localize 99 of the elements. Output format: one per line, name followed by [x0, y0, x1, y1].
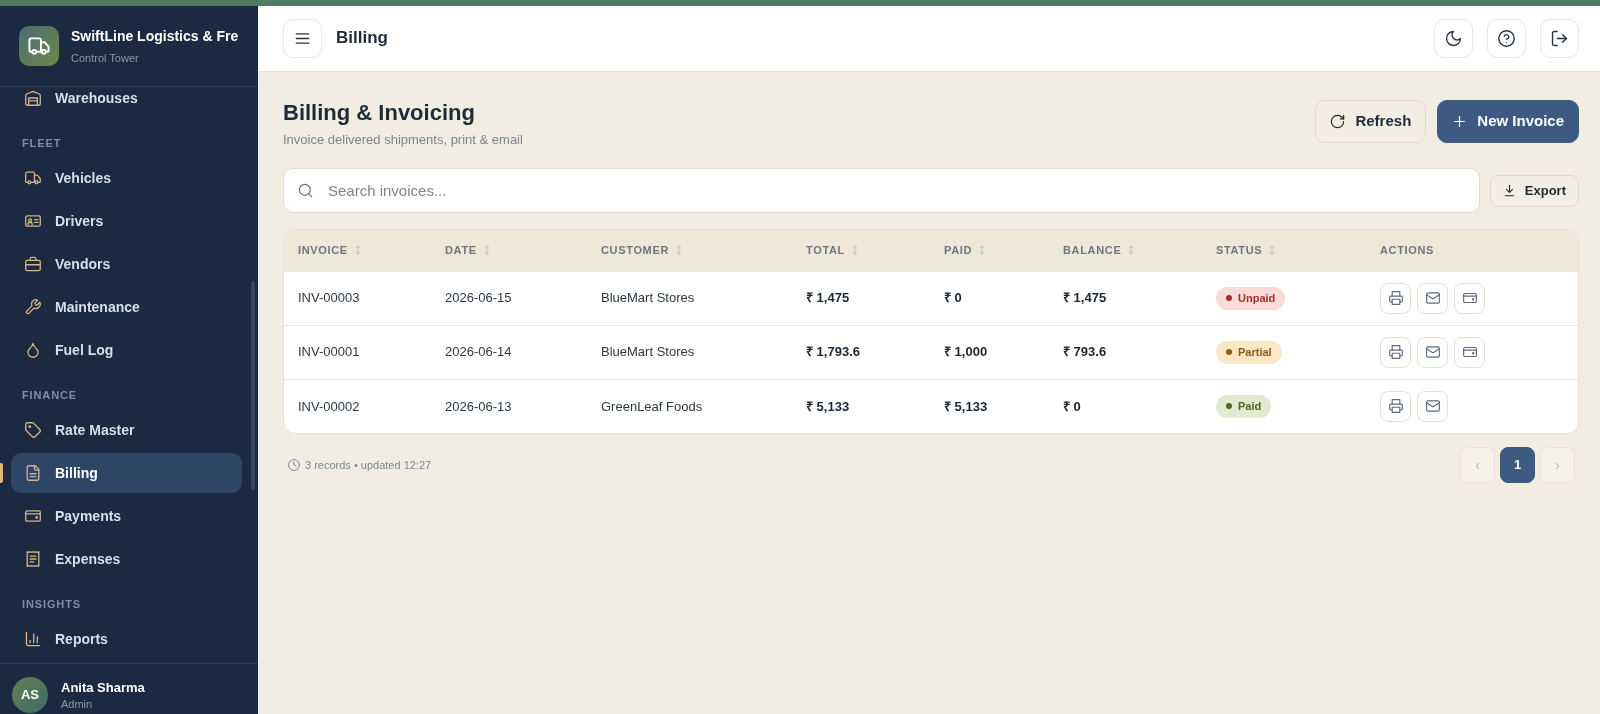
section-label: FLEET: [21, 136, 63, 151]
table-cell: INV-00003: [284, 271, 431, 325]
briefcase-icon: [25, 256, 41, 272]
table-cell: ₹ 0: [930, 271, 1049, 325]
search-icon: [298, 183, 313, 198]
email-button[interactable]: [1417, 336, 1448, 368]
print-button[interactable]: [1380, 282, 1411, 314]
download-icon: [1502, 184, 1516, 197]
page-subtitle: Invoice delivered shipments, print & email: [283, 131, 523, 149]
table-cell: 2026-06-14: [431, 325, 587, 379]
logout-icon: [1551, 30, 1568, 47]
brand-name: SwiftLine Logistics & Fre: [71, 27, 239, 45]
table-cell: BlueMart Stores: [587, 325, 792, 379]
record-summary: 3 records • updated 12:27: [305, 457, 432, 473]
tag-icon: [25, 422, 41, 438]
sidebar-item[interactable]: Billing: [11, 453, 242, 493]
wallet-icon: [25, 508, 41, 524]
refresh-button[interactable]: Refresh: [1315, 100, 1427, 143]
section-label: INSIGHTS: [21, 597, 82, 612]
help-button[interactable]: [1487, 19, 1526, 58]
new-invoice-button[interactable]: New Invoice: [1437, 100, 1579, 143]
table-cell: 2026-06-13: [431, 379, 587, 433]
active-indicator: [0, 463, 3, 483]
droplet-icon: [25, 342, 41, 358]
user-role: Admin: [61, 697, 94, 711]
sidebar-item[interactable]: Vendors: [11, 244, 242, 284]
table-cell: 2026-06-15: [431, 271, 587, 325]
table-cell: ₹ 5,133: [930, 379, 1049, 433]
menu-icon: [294, 30, 311, 47]
table-cell: ₹ 1,000: [930, 325, 1049, 379]
table-cell: BlueMart Stores: [587, 271, 792, 325]
wallet-icon: [1462, 291, 1477, 305]
user-name: Anita Sharma: [61, 679, 145, 697]
menu-button[interactable]: [283, 19, 322, 58]
truck-icon: [25, 170, 41, 186]
page-title: Billing & Invoicing: [283, 100, 476, 126]
table-cell: ₹ 1,475: [1049, 271, 1202, 325]
column-header[interactable]: STATUS: [1202, 230, 1366, 271]
print-button[interactable]: [1380, 390, 1411, 422]
receipt-icon: [25, 551, 41, 567]
sidebar-item[interactable]: Expenses: [11, 539, 242, 579]
status-label: Paid: [1238, 399, 1262, 414]
search-field[interactable]: Search invoices...: [283, 168, 1480, 213]
help-icon: [1498, 30, 1515, 47]
mail-icon: [1425, 291, 1440, 305]
wrench-icon: [25, 299, 41, 315]
user-avatar[interactable]: AS: [12, 677, 48, 713]
sidebar-item[interactable]: Payments: [11, 496, 242, 536]
sidebar-item[interactable]: Fuel Log: [11, 330, 242, 370]
record-payment-button[interactable]: [1454, 282, 1485, 314]
table-cell: ₹ 5,133: [792, 379, 930, 433]
column-header[interactable]: PAID: [930, 230, 1049, 271]
page-button[interactable]: 1: [1500, 447, 1535, 483]
table-cell: INV-00001: [284, 325, 431, 379]
mail-icon: [1425, 399, 1440, 414]
email-button[interactable]: [1417, 390, 1448, 422]
email-button[interactable]: [1417, 282, 1448, 314]
record-payment-button[interactable]: [1454, 336, 1485, 368]
brand-subtitle: Control Tower: [71, 51, 140, 65]
sidebar-item[interactable]: Vehicles: [11, 158, 242, 198]
logout-button[interactable]: [1540, 19, 1579, 58]
logo-icon: [19, 26, 59, 66]
sidebar-item[interactable]: Maintenance: [11, 287, 242, 327]
table-cell: ₹ 0: [1049, 379, 1202, 433]
column-header[interactable]: TOTAL: [792, 230, 930, 271]
print-button[interactable]: [1380, 336, 1411, 368]
status-label: Partial: [1238, 344, 1272, 360]
table-cell: GreenLeaf Foods: [587, 379, 792, 433]
theme-toggle-button[interactable]: [1434, 19, 1473, 58]
column-header[interactable]: INVOICE: [284, 230, 431, 271]
status-label: Unpaid: [1238, 290, 1276, 306]
plus-icon: [1452, 114, 1468, 129]
mail-icon: [1425, 345, 1440, 359]
sidebar-item[interactable]: Warehouses: [11, 87, 242, 118]
sidebar-item[interactable]: Rate Master: [11, 410, 242, 450]
column-header: ACTIONS: [1366, 230, 1578, 271]
printer-icon: [1388, 399, 1403, 414]
document-icon: [25, 465, 41, 481]
sidebar-item[interactable]: Drivers: [11, 201, 242, 241]
column-header[interactable]: BALANCE: [1049, 230, 1202, 271]
column-header[interactable]: DATE: [431, 230, 587, 271]
section-label: FINANCE: [21, 388, 79, 403]
table-cell: ₹ 1,793.6: [792, 325, 930, 379]
id-card-icon: [25, 213, 41, 229]
wallet-icon: [1462, 345, 1477, 359]
bar-chart-icon: [25, 631, 41, 647]
table-cell: INV-00002: [284, 379, 431, 433]
printer-icon: [1388, 345, 1403, 359]
clock-icon: [288, 459, 300, 471]
topbar-title: Billing: [336, 28, 388, 49]
export-button[interactable]: Export: [1489, 174, 1579, 207]
sidebar-item[interactable]: Reports: [11, 619, 242, 659]
warehouse-icon: [25, 90, 41, 106]
column-header[interactable]: CUSTOMER: [587, 230, 792, 271]
table-cell: ₹ 1,475: [792, 271, 930, 325]
refresh-icon: [1330, 114, 1346, 129]
printer-icon: [1388, 291, 1403, 305]
moon-icon: [1445, 30, 1462, 47]
table-cell: ₹ 793.6: [1049, 325, 1202, 379]
